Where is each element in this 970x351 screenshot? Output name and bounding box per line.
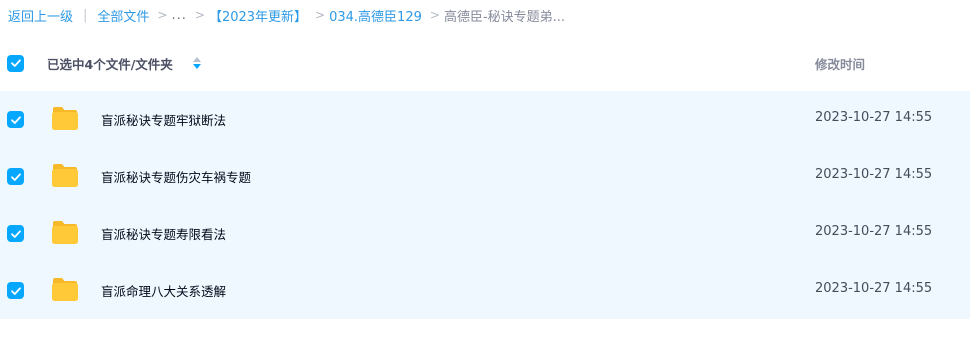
list-header: 已选中4个文件/文件夹 修改时间: [0, 43, 970, 83]
file-name[interactable]: 盲派命理八大关系透解: [101, 281, 226, 300]
folder-icon: [52, 278, 78, 301]
breadcrumb-divider: |: [83, 7, 88, 23]
file-modified-time: 2023-10-27 14:55: [815, 224, 933, 239]
chevron-right-icon: >: [315, 8, 326, 22]
check-icon: [10, 286, 21, 295]
chevron-right-icon: >: [194, 8, 205, 22]
check-icon: [10, 229, 21, 238]
file-modified-time: 2023-10-27 14:55: [815, 281, 933, 296]
breadcrumb: 返回上一级 | 全部文件 > ... > 【2023年更新】 > 034.高德臣…: [8, 0, 565, 30]
folder-icon: [52, 221, 78, 244]
breadcrumb-current: 高德臣-秘诀专题弟...: [443, 9, 566, 25]
table-row[interactable]: 盲派秘诀专题牢狱断法 2023-10-27 14:55: [0, 91, 970, 148]
selection-count-label: 已选中4个文件/文件夹: [47, 56, 173, 72]
breadcrumb-crumb-1[interactable]: 【2023年更新】: [209, 6, 307, 25]
table-row[interactable]: 盲派命理八大关系透解 2023-10-27 14:55: [0, 262, 970, 319]
check-icon: [10, 59, 21, 67]
table-row[interactable]: 盲派秘诀专题伤灾车祸专题 2023-10-27 14:55: [0, 148, 970, 205]
sort-icon[interactable]: [192, 55, 202, 71]
back-link[interactable]: 返回上一级: [8, 6, 73, 25]
breadcrumb-crumb-2[interactable]: 034.高德臣129: [329, 6, 422, 25]
chevron-right-icon: >: [429, 8, 440, 22]
breadcrumb-ellipsis[interactable]: ...: [171, 8, 186, 23]
row-checkbox[interactable]: [7, 225, 24, 242]
folder-icon: [52, 107, 78, 130]
file-name[interactable]: 盲派秘诀专题牢狱断法: [101, 110, 226, 129]
chevron-right-icon: >: [157, 8, 168, 22]
select-all-checkbox[interactable]: [7, 54, 24, 72]
check-icon: [10, 115, 21, 124]
file-name[interactable]: 盲派秘诀专题伤灾车祸专题: [101, 167, 251, 186]
check-icon: [10, 172, 21, 181]
breadcrumb-all-files[interactable]: 全部文件: [97, 6, 149, 25]
row-checkbox[interactable]: [7, 282, 24, 299]
file-modified-time: 2023-10-27 14:55: [815, 110, 933, 125]
modified-time-column-header[interactable]: 修改时间: [815, 54, 865, 73]
file-modified-time: 2023-10-27 14:55: [815, 167, 933, 182]
row-checkbox[interactable]: [7, 168, 24, 185]
file-list: 盲派秘诀专题牢狱断法 2023-10-27 14:55 盲派秘诀专题伤灾车祸专题…: [0, 91, 970, 319]
row-checkbox[interactable]: [7, 111, 24, 128]
table-row[interactable]: 盲派秘诀专题寿限看法 2023-10-27 14:55: [0, 205, 970, 262]
file-list-page: 返回上一级 | 全部文件 > ... > 【2023年更新】 > 034.高德臣…: [0, 0, 970, 351]
folder-icon: [52, 164, 78, 187]
file-name[interactable]: 盲派秘诀专题寿限看法: [101, 224, 226, 243]
